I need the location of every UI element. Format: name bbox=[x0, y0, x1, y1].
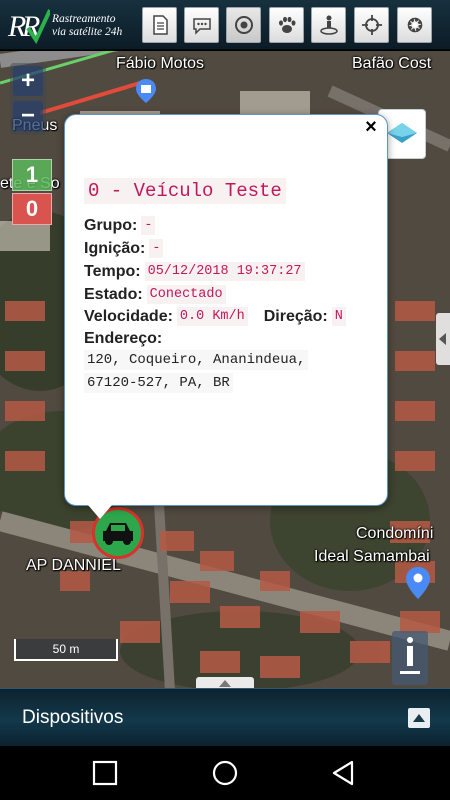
popup-pointer bbox=[88, 505, 112, 519]
info-button[interactable] bbox=[392, 631, 428, 685]
endereco-label: Endereço: bbox=[84, 330, 163, 347]
devices-panel-bar[interactable]: Dispositivos bbox=[0, 688, 450, 746]
side-panel-handle[interactable] bbox=[436, 313, 450, 365]
circle-icon bbox=[212, 760, 238, 786]
bottom-panel-handle[interactable] bbox=[196, 677, 254, 688]
zoom-out-button[interactable]: − bbox=[13, 101, 43, 131]
triangle-back-icon bbox=[332, 760, 354, 786]
toolbar-chat-button[interactable] bbox=[184, 7, 219, 43]
logo: R R Rastreamento via satélite 24h bbox=[6, 6, 134, 44]
gear-icon bbox=[407, 17, 422, 33]
tempo-value: 05/12/2018 19:37:27 bbox=[144, 262, 305, 281]
toolbar-target-button[interactable] bbox=[226, 7, 261, 43]
zoom-control: + − bbox=[10, 63, 46, 135]
row-estado: Estado: Conectado bbox=[84, 285, 226, 304]
chevron-up-icon bbox=[219, 679, 231, 687]
velocidade-label: Velocidade: bbox=[84, 307, 173, 325]
crosshair-icon bbox=[361, 15, 382, 35]
toolbar-map-person-button[interactable] bbox=[311, 7, 346, 43]
popup-close-button[interactable]: × bbox=[362, 117, 380, 137]
chat-icon bbox=[192, 18, 211, 35]
zoom-in-button[interactable]: + bbox=[13, 66, 43, 96]
online-counter[interactable]: 1 bbox=[12, 159, 52, 191]
direcao-value: N bbox=[331, 307, 346, 326]
endereco-line2: 67120-527, PA, BR bbox=[84, 373, 233, 393]
endereco-line1: 120, Coqueiro, Ananindeua, bbox=[84, 350, 309, 370]
map-label-fabio-motos: Fábio Motos bbox=[116, 55, 205, 72]
square-icon bbox=[92, 760, 118, 786]
estado-label: Estado: bbox=[84, 285, 143, 303]
offline-counter[interactable]: 0 bbox=[12, 193, 52, 225]
devices-expand-button[interactable] bbox=[408, 708, 430, 728]
paw-icon bbox=[278, 16, 295, 33]
location-pin-icon[interactable] bbox=[406, 567, 430, 599]
target-icon bbox=[234, 16, 253, 34]
devices-label: Dispositivos bbox=[22, 707, 124, 728]
chevron-left-icon bbox=[439, 333, 446, 345]
vehicle-title: 0 - Veículo Teste bbox=[84, 178, 286, 204]
map-scale: 50 m bbox=[14, 639, 118, 661]
top-bar: R R Rastreamento via satélite 24h bbox=[0, 0, 450, 50]
row-endereco: Endereço: bbox=[84, 330, 162, 348]
tempo-label: Tempo: bbox=[84, 262, 141, 280]
toolbar-crosshair-button[interactable] bbox=[354, 7, 389, 43]
estado-value: Conectado bbox=[146, 285, 226, 304]
velocidade-value: 0.0 Km/h bbox=[176, 307, 248, 326]
toolbar-document-button[interactable] bbox=[142, 7, 177, 43]
chevron-up-icon bbox=[413, 714, 425, 722]
recent-apps-button[interactable] bbox=[90, 758, 120, 788]
grupo-label: Grupo: bbox=[84, 216, 138, 234]
system-nav-bar bbox=[0, 746, 450, 800]
map-label-condominio: Condomíni bbox=[356, 525, 434, 542]
logo-line2: via satélite 24h bbox=[52, 26, 123, 38]
back-button[interactable] bbox=[328, 758, 358, 788]
document-icon bbox=[152, 15, 168, 35]
ignicao-label: Ignição: bbox=[84, 239, 146, 257]
row-velocidade: Velocidade: 0.0 Km/h Direção: N bbox=[84, 307, 346, 326]
map-label-ap-danniel: AP DANNIEL bbox=[26, 557, 121, 574]
grupo-value: - bbox=[141, 216, 156, 235]
map-label-ideal-samambai: Ideal Samambai bbox=[314, 548, 430, 565]
home-button[interactable] bbox=[210, 758, 240, 788]
logo-text: Rastreamento via satélite 24h bbox=[52, 13, 122, 39]
row-grupo: Grupo: - bbox=[84, 216, 156, 235]
direcao-label: Direção: bbox=[263, 307, 328, 325]
layers-icon bbox=[387, 123, 417, 143]
ignicao-value: - bbox=[149, 239, 164, 258]
logo-mark: R R bbox=[7, 9, 50, 44]
info-icon bbox=[400, 637, 420, 674]
shop-pin-icon[interactable] bbox=[136, 79, 156, 103]
toolbar-paw-button[interactable] bbox=[269, 7, 304, 43]
row-tempo: Tempo: 05/12/2018 19:37:27 bbox=[84, 262, 305, 281]
logo-line1: Rastreamento bbox=[52, 13, 116, 25]
map-person-icon bbox=[319, 15, 338, 35]
row-ignicao: Ignição: - bbox=[84, 239, 164, 258]
toolbar-settings-button[interactable] bbox=[397, 7, 432, 43]
car-icon bbox=[103, 523, 133, 545]
map-label-bafao: Bafão Cost bbox=[352, 55, 432, 72]
